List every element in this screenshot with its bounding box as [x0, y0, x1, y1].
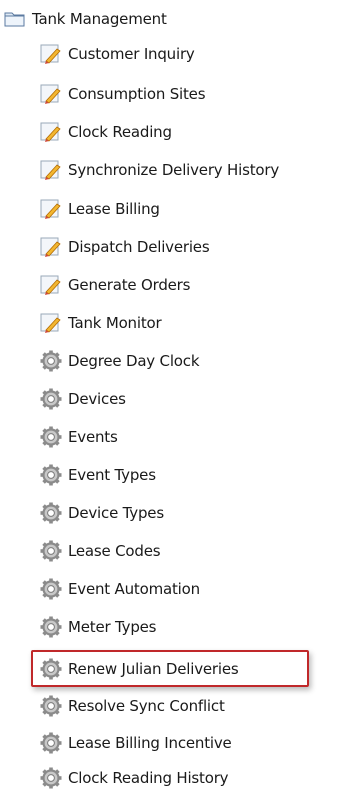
- gear-icon: [40, 616, 62, 638]
- form-edit-icon: [40, 83, 62, 105]
- gear-icon: [40, 350, 62, 372]
- tree-node-label: Tank Management: [32, 10, 167, 28]
- tree-item-resolve-sync-conflict[interactable]: Resolve Sync Conflict: [40, 692, 225, 720]
- tree-item-clock-reading-history[interactable]: Clock Reading History: [40, 764, 229, 792]
- tree-item-event-types[interactable]: Event Types: [40, 461, 156, 489]
- tree-item-device-types[interactable]: Device Types: [40, 499, 164, 527]
- gear-icon: [40, 502, 62, 524]
- tree-item-clock-reading[interactable]: Clock Reading: [40, 118, 172, 146]
- form-edit-icon: [40, 312, 62, 334]
- tree-item-dispatch-deliveries[interactable]: Dispatch Deliveries: [40, 233, 210, 261]
- tree-item-degree-day-clock[interactable]: Degree Day Clock: [40, 347, 200, 375]
- tree-item-generate-orders[interactable]: Generate Orders: [40, 271, 190, 299]
- tree-item-label: Event Automation: [68, 580, 200, 598]
- tree-item-devices[interactable]: Devices: [40, 385, 126, 413]
- form-edit-icon: [40, 198, 62, 220]
- tree-item-label: Devices: [68, 390, 126, 408]
- tree-item-meter-types[interactable]: Meter Types: [40, 613, 156, 641]
- tree-item-label: Event Types: [68, 466, 156, 484]
- tree-item-label: Degree Day Clock: [68, 352, 200, 370]
- form-edit-icon: [40, 236, 62, 258]
- gear-icon: [40, 426, 62, 448]
- gear-icon: [40, 540, 62, 562]
- form-edit-icon: [40, 159, 62, 181]
- tree-item-lease-billing-incentive[interactable]: Lease Billing Incentive: [40, 729, 232, 757]
- tree-item-synchronize-delivery-history[interactable]: Synchronize Delivery History: [40, 156, 279, 184]
- tree-item-lease-billing[interactable]: Lease Billing: [40, 195, 160, 223]
- tree-item-events[interactable]: Events: [40, 423, 118, 451]
- tree-item-label: Dispatch Deliveries: [68, 238, 210, 256]
- tree-item-label: Lease Billing: [68, 200, 160, 218]
- form-edit-icon: [40, 121, 62, 143]
- tree-item-label: Lease Codes: [68, 542, 161, 560]
- tree-node-tank-management[interactable]: Tank Management: [4, 5, 167, 33]
- tree-item-lease-codes[interactable]: Lease Codes: [40, 537, 161, 565]
- tree-item-label: Device Types: [68, 504, 164, 522]
- navigation-tree: Tank Management Customer Inquiry Consump…: [0, 0, 340, 792]
- tree-item-label: Resolve Sync Conflict: [68, 697, 225, 715]
- tree-item-label: Meter Types: [68, 618, 157, 636]
- tree-item-label: Lease Billing Incentive: [68, 734, 232, 752]
- gear-icon: [40, 464, 62, 486]
- tree-item-renew-julian-deliveries[interactable]: Renew Julian Deliveries: [40, 655, 239, 683]
- form-edit-icon: [40, 43, 62, 65]
- tree-item-consumption-sites[interactable]: Consumption Sites: [40, 80, 206, 108]
- tree-item-label: Tank Monitor: [68, 314, 162, 332]
- tree-item-label: Customer Inquiry: [68, 45, 195, 63]
- tree-item-label: Generate Orders: [68, 276, 191, 294]
- gear-icon: [40, 658, 62, 680]
- gear-icon: [40, 695, 62, 717]
- tree-item-label: Events: [68, 428, 118, 446]
- form-edit-icon: [40, 274, 62, 296]
- tree-item-label: Renew Julian Deliveries: [68, 660, 239, 678]
- tree-item-customer-inquiry[interactable]: Customer Inquiry: [40, 40, 195, 68]
- tree-item-event-automation[interactable]: Event Automation: [40, 575, 200, 603]
- tree-item-label: Consumption Sites: [68, 85, 206, 103]
- gear-icon: [40, 578, 62, 600]
- gear-icon: [40, 388, 62, 410]
- tree-item-label: Clock Reading History: [68, 769, 229, 787]
- tree-item-label: Synchronize Delivery History: [68, 161, 280, 179]
- gear-icon: [40, 767, 62, 789]
- tree-item-label: Clock Reading: [68, 123, 172, 141]
- tree-item-tank-monitor[interactable]: Tank Monitor: [40, 309, 162, 337]
- folder-icon: [4, 8, 26, 30]
- gear-icon: [40, 732, 62, 754]
